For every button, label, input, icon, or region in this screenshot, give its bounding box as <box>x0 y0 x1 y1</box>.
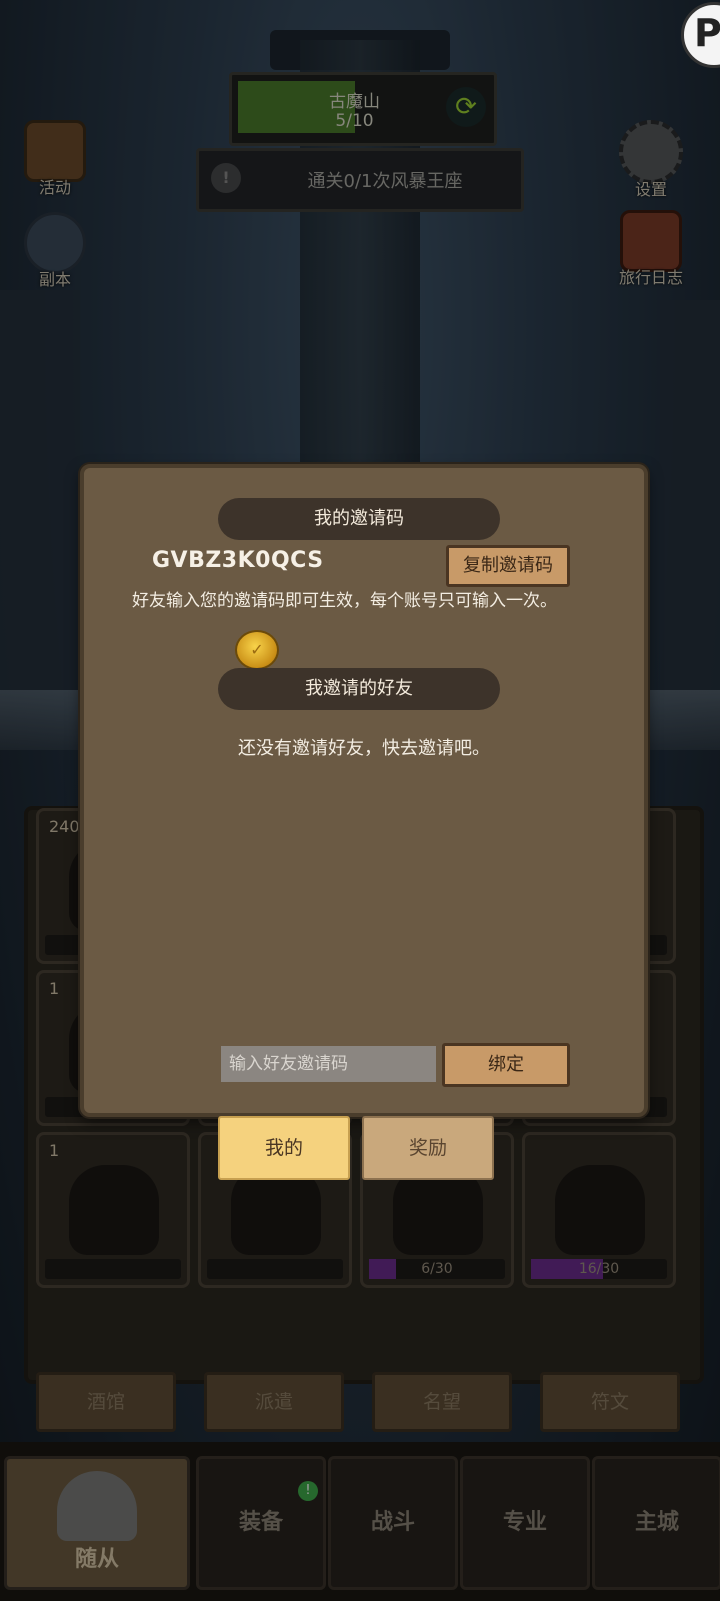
bind-button[interactable]: 绑定 <box>442 1043 570 1087</box>
tab-rewards[interactable]: 奖励 <box>362 1116 494 1180</box>
friend-code-input[interactable] <box>221 1046 436 1082</box>
no-friends-text: 还没有邀请好友，快去邀请吧。 <box>238 738 490 759</box>
invite-modal: 我的邀请码 GVBZ3K0QCS 复制邀请码 好友输入您的邀请码即可生效，每个账… <box>80 464 648 1117</box>
friends-title: 我邀请的好友 <box>218 668 500 710</box>
tab-mine[interactable]: 我的 <box>218 1116 350 1180</box>
invite-code: GVBZ3K0QCS <box>152 548 324 573</box>
invite-description: 好友输入您的邀请码即可生效，每个账号只可输入一次。 <box>132 591 557 611</box>
coin-icon: ✓ <box>235 630 279 670</box>
my-code-title: 我的邀请码 <box>218 498 500 540</box>
copy-code-button[interactable]: 复制邀请码 <box>446 545 570 587</box>
